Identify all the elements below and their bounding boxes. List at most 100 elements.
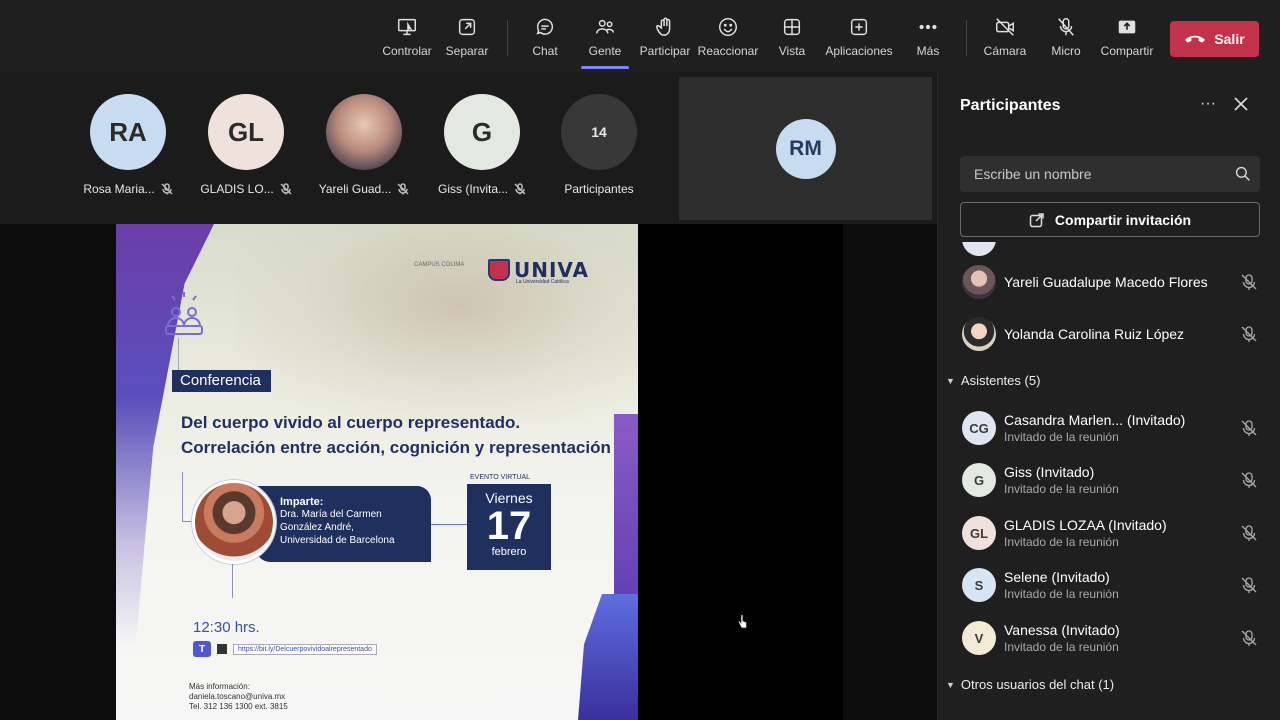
share-invite-button[interactable]: Compartir invitación <box>960 202 1260 237</box>
avatar <box>962 242 996 256</box>
month: febrero <box>491 546 527 558</box>
participant-row[interactable]: GL GLADIS LOZAA (Invitado) Invitado de la… <box>938 508 1280 558</box>
mouse-cursor-icon <box>738 614 747 629</box>
mic-off-icon <box>397 183 409 195</box>
more-participants-tile[interactable]: 14 Participantes <box>539 94 659 196</box>
participant-role: Invitado de la reunión <box>1004 482 1119 496</box>
avatar: CG <box>962 411 996 445</box>
poster-photo <box>236 224 638 424</box>
chevron-down-icon: ▼ <box>946 679 955 690</box>
speaker-heading: Imparte: <box>280 496 324 508</box>
control-label: Controlar <box>382 44 432 58</box>
share-invite-label: Compartir invitación <box>1054 211 1192 228</box>
avatar-photo <box>962 265 996 299</box>
participant-row[interactable]: S Selene (Invitado) Invitado de la reunió… <box>938 560 1280 610</box>
participant-role: Invitado de la reunión <box>1004 535 1119 549</box>
search-input[interactable] <box>974 166 1226 182</box>
participant-tile[interactable]: GL GLADIS LO... <box>186 94 306 196</box>
conference-icon <box>165 292 203 335</box>
participants-panel: Participantes ··· Compartir invitación Y… <box>937 72 1280 720</box>
avatar-photo <box>326 94 402 170</box>
date-box: Viernes 17 febrero <box>467 484 551 570</box>
attendees-section-header[interactable]: ▼ Asistentes (5) <box>946 373 1040 388</box>
raise-hand-label: Participar <box>639 44 691 58</box>
participant-tile[interactable]: Yareli Guad... <box>304 94 424 196</box>
participant-row[interactable]: V Vanessa (Invitado) Invitado de la reuni… <box>938 613 1280 663</box>
avatar: GL <box>208 94 284 170</box>
people-icon <box>592 14 618 40</box>
participant-row[interactable]: Yolanda Carolina Ruiz López <box>938 309 1280 359</box>
speaker-line: González André, <box>280 522 354 533</box>
panel-title: Participantes <box>960 97 1061 114</box>
chat-icon <box>532 14 558 40</box>
close-icon[interactable] <box>1231 94 1251 114</box>
view-button[interactable]: Vista <box>775 14 809 66</box>
mic-off-icon <box>1241 420 1257 436</box>
participant-name: GLADIS LO... <box>200 182 274 196</box>
view-grid-icon <box>779 14 805 40</box>
toolbar-divider <box>507 20 508 56</box>
chat-button[interactable]: Chat <box>528 14 562 66</box>
conference-title: Del cuerpo vivido al cuerpo representado… <box>181 410 611 460</box>
participant-name: Yolanda Carolina Ruiz López <box>1004 326 1185 342</box>
view-label: Vista <box>778 44 806 58</box>
contact-info: Más información: daniela.toscano@univa.m… <box>189 682 288 712</box>
camera-button[interactable]: Cámara <box>984 14 1026 66</box>
more-icon <box>915 14 941 40</box>
toolbar-divider <box>966 20 967 56</box>
search-icon[interactable] <box>1226 157 1260 191</box>
mic-button[interactable]: Micro <box>1049 14 1083 66</box>
camera-label: Cámara <box>983 44 1027 58</box>
avatar: G <box>962 463 996 497</box>
share-button[interactable]: Compartir <box>1099 14 1155 66</box>
teams-meeting-window: Controlar Separar Chat Gente Participar … <box>0 0 1280 720</box>
leave-label: Salir <box>1214 31 1245 47</box>
mic-off-icon <box>1241 274 1257 290</box>
mic-label: Micro <box>1051 44 1081 58</box>
mic-off-icon <box>280 183 292 195</box>
info-heading: Más información: <box>189 682 250 691</box>
participant-tile[interactable]: RA Rosa Maria... <box>68 94 188 196</box>
video-gallery: RA Rosa Maria... GL GLADIS LO... Yareli … <box>0 72 937 224</box>
participant-name: Yareli Guadalupe Macedo Flores <box>1004 274 1208 290</box>
event-link-row: T https://bit.ly/Delcuerpovividoalrepres… <box>193 641 377 657</box>
title-line-2: Correlación entre acción, cognición y re… <box>181 438 611 457</box>
people-button[interactable]: Gente <box>585 14 625 66</box>
featured-participant-tile[interactable]: RM <box>679 77 932 220</box>
apps-label: Aplicaciones <box>825 44 893 58</box>
leave-button[interactable]: Salir <box>1170 21 1259 57</box>
avatar: V <box>962 621 996 655</box>
participant-name: Selene (Invitado) <box>1004 569 1110 585</box>
participant-row[interactable]: Yareli Guadalupe Macedo Flores <box>938 257 1280 307</box>
shield-icon <box>488 259 510 281</box>
react-button[interactable]: Reaccionar <box>697 14 759 66</box>
avatar: S <box>962 568 996 602</box>
react-label: Reaccionar <box>697 44 759 58</box>
raise-hand-icon <box>652 14 678 40</box>
panel-more-icon[interactable]: ··· <box>1198 94 1218 114</box>
teams-icon: T <box>193 641 211 657</box>
mic-off-icon <box>1241 525 1257 541</box>
other-chat-users-label: Otros usuarios del chat (1) <box>960 677 1115 692</box>
other-chat-users-section-header[interactable]: ▼ Otros usuarios del chat (1) <box>946 677 1114 692</box>
participant-name: Rosa Maria... <box>83 182 155 196</box>
campus-label: CAMPUS COLIMA <box>414 262 465 268</box>
poster-decor <box>578 594 638 720</box>
raise-hand-button[interactable]: Participar <box>640 14 690 66</box>
participant-tile[interactable]: G Giss (Invita... <box>422 94 542 196</box>
participant-row[interactable]: G Giss (Invitado) Invitado de la reunión <box>938 455 1280 505</box>
more-button[interactable]: Más <box>913 14 943 66</box>
mic-off-icon <box>514 183 526 195</box>
day-number: 17 <box>486 504 532 548</box>
content-stage: CAMPUS COLIMA UNIVA La Universidad Catól… <box>0 224 937 720</box>
participant-row[interactable]: CG Casandra Marlen... (Invitado) Invitado… <box>938 403 1280 453</box>
more-participants-label: Participantes <box>564 182 634 196</box>
popout-button[interactable]: Separar <box>444 14 490 66</box>
conference-badge: Conferencia <box>172 370 271 392</box>
share-invite-icon <box>1029 212 1044 227</box>
participant-role: Invitado de la reunión <box>1004 640 1119 654</box>
meeting-toolbar: Controlar Separar Chat Gente Participar … <box>0 0 1280 72</box>
apps-button[interactable]: Aplicaciones <box>825 14 893 66</box>
control-button[interactable]: Controlar <box>381 14 433 66</box>
poster-line <box>232 564 233 598</box>
